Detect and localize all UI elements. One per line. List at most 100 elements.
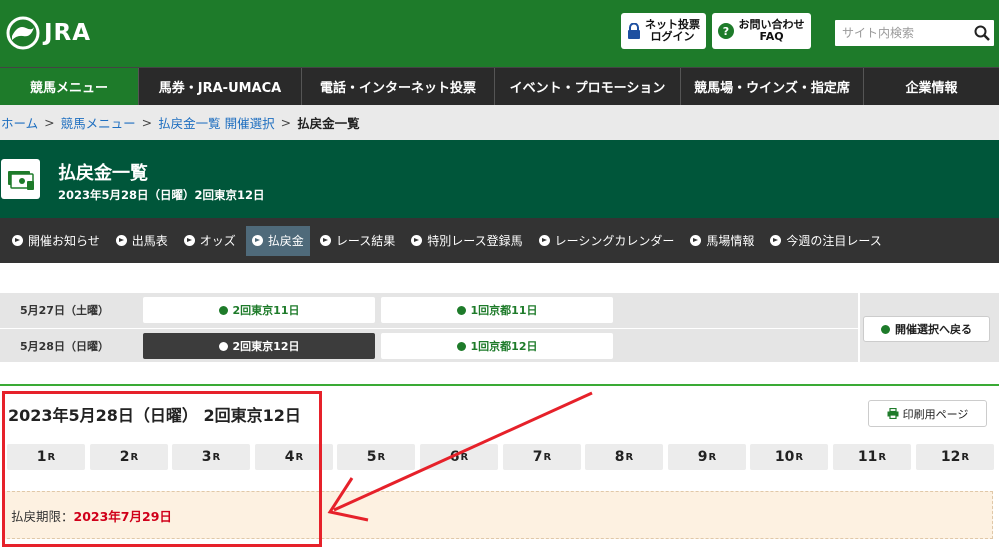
gnav-item-tohyo[interactable]: 電話・インターネット投票 [302,68,495,105]
gnav-item-corporate[interactable]: 企業情報 [864,68,999,105]
subnav-label: レーシングカレンダー [554,234,675,248]
race-tab-number: 11 [857,449,878,465]
jra-logo[interactable]: JRA [6,16,91,50]
kaisai-button-label: 1回京都11日 [470,304,538,317]
arrow-circle-icon [770,235,782,246]
kaisai-button-label: 2回東京12日 [232,340,300,353]
subnav-item-entries[interactable]: 出馬表 [110,226,174,256]
subnav-label: 今週の注目レース [786,234,882,248]
login-label-line2: ログイン [650,30,695,43]
printer-icon [887,408,899,419]
kaisai-button-label: 1回京都12日 [470,340,538,353]
arrow-circle-icon [690,235,702,246]
back-to-kaisai-select-button[interactable]: 開催選択へ戻る [863,316,990,342]
arrow-circle-icon [456,341,466,351]
chevron-down-circle-icon [218,341,228,351]
site-header: JRA ネット投票 ログイン ? お問い合わせ FAQ [0,0,999,67]
subnav-label: レース結果 [335,234,396,248]
race-tab-suffix: R [460,451,469,463]
net-vote-login-button[interactable]: ネット投票 ログイン [621,13,706,49]
arrow-circle-icon [538,235,550,246]
search-icon[interactable] [973,24,991,42]
subnav-label: オッズ [199,234,236,248]
chevron-up-circle-icon [881,324,890,334]
arrow-circle-icon [218,305,228,315]
breadcrumb-keiba-menu[interactable]: 競馬メニュー [61,113,136,132]
race-tab-6r[interactable]: 6R [420,444,498,470]
race-tab-7r[interactable]: 7R [503,444,581,470]
race-tab-9r[interactable]: 9R [668,444,746,470]
contact-faq-button[interactable]: ? お問い合わせ FAQ [712,13,811,49]
subnav-item-payout[interactable]: 払戻金 [245,225,310,256]
subnav-item-results[interactable]: レース結果 [314,226,401,256]
print-button-label: 印刷用ページ [902,407,969,421]
subnav-label: 馬場情報 [706,234,755,248]
race-tab-number: 5 [366,449,377,465]
kaisai-date: 5月27日（土曜） [20,304,109,317]
gnav-item-keibajo[interactable]: 競馬場・ウインズ・指定席 [681,68,864,105]
print-page-button[interactable]: 印刷用ページ [868,400,987,427]
subnav-item-special-race[interactable]: 特別レース登録馬 [405,226,528,256]
global-nav: 競馬メニュー 馬券・JRA-UMACA 電話・インターネット投票 イベント・プロ… [0,67,999,105]
arrow-circle-icon [319,235,331,246]
breadcrumb-home[interactable]: ホーム [1,113,38,132]
race-tab-number: 8 [614,449,625,465]
svg-text:?: ? [723,25,729,38]
subnav-label: 開催お知らせ [28,234,100,248]
subnav-item-featured[interactable]: 今週の注目レース [764,226,887,256]
race-tab-11r[interactable]: 11 R [833,444,911,470]
kaisai-date: 5月28日（日曜） [20,340,109,353]
race-tab-number: 12 [940,449,961,465]
page-title-band: 払戻金一覧 2023年5月28日（日曜）2回東京12日 [0,140,999,218]
breadcrumb-separator: > [141,115,153,130]
breadcrumb-separator: > [280,115,292,130]
arrow-circle-icon [411,235,423,246]
page-title: 払戻金一覧 [58,163,148,184]
gnav-item-event[interactable]: イベント・プロモーション [495,68,681,105]
page-subtitle: 2023年5月28日（日曜）2回東京12日 [58,188,265,202]
race-tab-number: 6 [449,449,460,465]
search-input[interactable] [835,20,969,46]
race-tab-suffix: R [708,451,717,463]
kaisai-row: 5月27日（土曜） 2回東京11日 1回京都11日 [0,293,858,327]
race-tab-suffix: R [543,451,552,463]
jra-logo-icon [6,16,40,50]
race-tab-10r[interactable]: 10 R [750,444,828,470]
payout-icon [1,159,40,199]
gnav-item-baken[interactable]: 馬券・JRA-UMACA [139,68,302,105]
faq-label-line2: FAQ [759,30,784,43]
arrow-circle-icon [115,235,127,246]
subnav-item-odds[interactable]: オッズ [178,226,242,256]
race-tab-5r[interactable]: 5R [337,444,415,470]
subnav-item-track-info[interactable]: 馬場情報 [684,226,760,256]
annotation-highlight-box [2,391,322,547]
race-tab-suffix: R [878,451,887,463]
kaisai-button-kyoto-11[interactable]: 1回京都11日 [381,297,613,323]
kaisai-button-kyoto-12[interactable]: 1回京都12日 [381,333,613,359]
kaisai-row: 5月28日（日曜） 2回東京12日 1回京都12日 [0,328,858,362]
lock-icon [628,23,640,39]
logo-text: JRA [44,20,92,46]
subnav-item-announcement[interactable]: 開催お知らせ [6,226,106,256]
arrow-circle-icon [251,235,263,246]
race-tab-number: 9 [697,449,708,465]
back-button-label: 開催選択へ戻る [895,323,972,336]
race-tab-12r[interactable]: 12 R [916,444,994,470]
race-tab-8r[interactable]: 8R [585,444,663,470]
kaisai-button-tokyo-12[interactable]: 2回東京12日 [143,333,375,359]
race-tab-number: 10 [774,449,795,465]
gnav-item-keiba-menu[interactable]: 競馬メニュー [0,68,139,105]
kaisai-button-tokyo-11[interactable]: 2回東京11日 [143,297,375,323]
arrow-circle-icon [12,235,23,246]
breadcrumb-kaisai-select[interactable]: 払戻金一覧 開催選択 [158,113,274,132]
back-panel: 開催選択へ戻る [860,293,999,362]
subnav-label: 出馬表 [131,234,168,248]
site-search [835,20,994,46]
breadcrumb-separator: > [44,115,55,130]
subnav-item-calendar[interactable]: レーシングカレンダー [533,226,681,256]
breadcrumb: ホーム > 競馬メニュー > 払戻金一覧 開催選択 > 払戻金一覧 [0,105,999,140]
breadcrumb-current: 払戻金一覧 [297,116,360,131]
race-tab-suffix: R [377,451,386,463]
race-tab-number: 7 [532,449,543,465]
sub-nav: 開催お知らせ 出馬表 オッズ 払戻金 レース結果 特別レース登録馬 レーシングカ… [0,218,999,263]
